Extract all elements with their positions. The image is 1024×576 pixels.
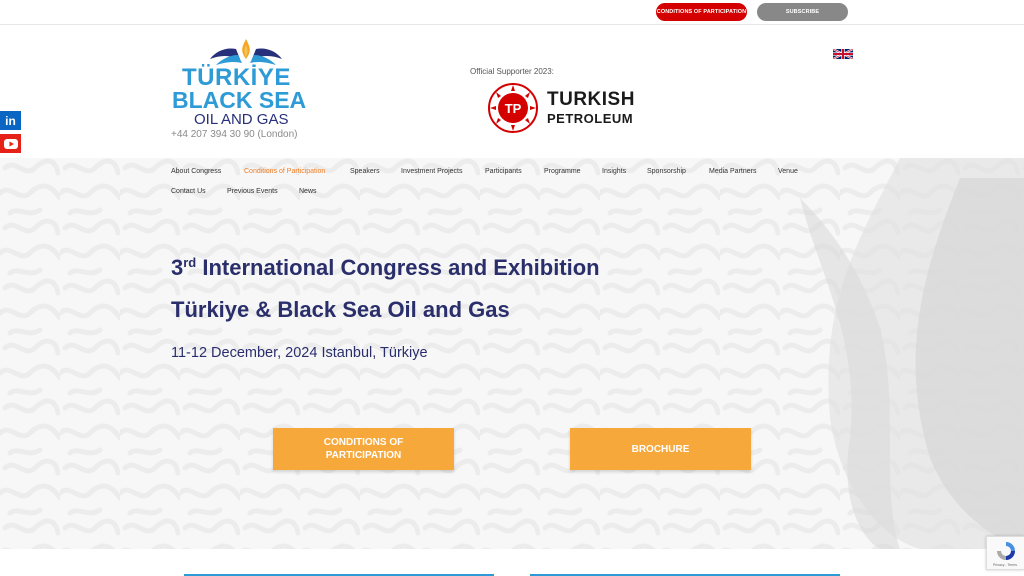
phone-number[interactable]: +44 207 394 30 90 (London) [171, 129, 298, 140]
conditions-of-participation-pill-button[interactable]: CONDITIONS OF PARTICIPATION [656, 3, 747, 21]
tp-text-turkish: TURKISH [547, 89, 635, 110]
nav-item-news[interactable]: News [299, 188, 317, 195]
youtube-icon[interactable] [0, 134, 21, 153]
nav-item-insights[interactable]: Insights [602, 168, 626, 175]
nav-item-media-partners[interactable]: Media Partners [709, 168, 756, 175]
brochure-button-label: BROCHURE [631, 443, 690, 455]
recaptcha-icon [997, 542, 1015, 560]
nav-item-participants[interactable]: Participants [485, 168, 522, 175]
content-section-top [0, 549, 1024, 576]
nav-item-about-congress[interactable]: About Congress [171, 168, 221, 175]
tp-emblem-letters: TP [505, 101, 522, 116]
flame-emblem-icon [210, 39, 282, 65]
nav-item-conditions-of-participation[interactable]: Conditions of Participation [244, 168, 325, 175]
conditions-button-line1: CONDITIONS OF [323, 437, 404, 448]
nav-item-venue[interactable]: Venue [778, 168, 798, 175]
tp-emblem-icon: TP [488, 83, 538, 133]
turkiye-black-sea-logo[interactable]: TÜRKİYE BLACK SEA OIL AND GAS [170, 37, 320, 128]
logo-text-oil-gas: OIL AND GAS [194, 111, 289, 128]
hero-subtitle: Türkiye & Black Sea Oil and Gas [171, 297, 510, 322]
nav-item-previous-events[interactable]: Previous Events [227, 188, 278, 195]
turkish-petroleum-logo[interactable]: TP TURKISH PETROLEUM [486, 82, 646, 134]
nav-item-sponsorship[interactable]: Sponsorship [647, 168, 686, 175]
linkedin-icon-letters: in [5, 113, 16, 128]
hero-title-text: International Congress and Exhibition [196, 255, 600, 280]
supporter-label: Official Supporter 2023: [470, 67, 554, 76]
nav-item-speakers[interactable]: Speakers [350, 168, 380, 175]
recaptcha-badge[interactable]: Privacy - Terms [986, 536, 1024, 570]
brochure-button[interactable]: BROCHURE [570, 428, 751, 470]
logo-text-black-sea: BLACK SEA [172, 87, 307, 113]
conditions-button-label: CONDITIONS OF PARTICIPATION [324, 436, 403, 462]
conditions-of-participation-button[interactable]: CONDITIONS OF PARTICIPATION [273, 428, 454, 470]
youtube-play-icon [3, 138, 18, 149]
linkedin-icon[interactable]: in [0, 111, 21, 130]
top-bar: CONDITIONS OF PARTICIPATION SUBSCRIBE [0, 0, 1024, 25]
hero-section: About Congress Conditions of Participati… [0, 158, 1024, 549]
event-date-location: 11-12 December, 2024 Istanbul, Türkiye [171, 345, 428, 361]
hero-background-pattern [0, 158, 1024, 549]
nav-item-programme[interactable]: Programme [544, 168, 581, 175]
site-header: TÜRKİYE BLACK SEA OIL AND GAS +44 207 39… [0, 25, 1024, 158]
uk-flag-icon[interactable] [833, 49, 853, 59]
hero-title: 3rd International Congress and Exhibitio… [171, 255, 600, 281]
hero-title-ordinal: 3 [171, 255, 184, 280]
conditions-button-line2: PARTICIPATION [325, 450, 402, 461]
nav-item-contact-us[interactable]: Contact Us [171, 188, 206, 195]
subscribe-pill-button[interactable]: SUBSCRIBE [757, 3, 848, 21]
hero-title-ordinal-suffix: rd [183, 255, 197, 270]
recaptcha-footer-text[interactable]: Privacy - Terms [993, 563, 1017, 567]
tp-text-petroleum: PETROLEUM [547, 111, 634, 126]
nav-item-investment-projects[interactable]: Investment Projects [401, 168, 462, 175]
